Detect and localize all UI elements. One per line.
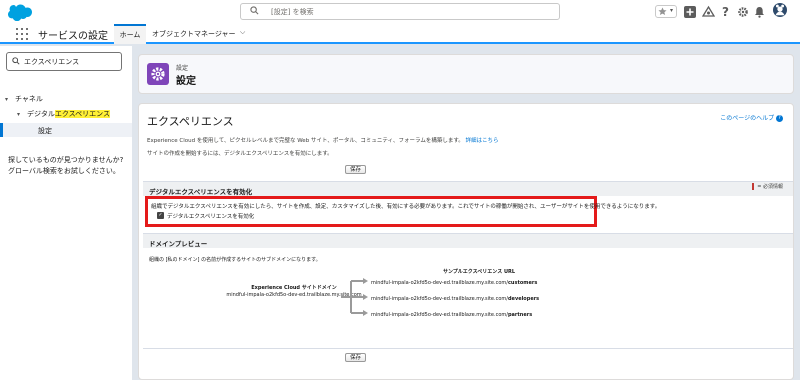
- sample-url-base: mindful-impala-o2kfd5o-dev-ed.trailblaze…: [371, 280, 508, 286]
- search-placeholder: [設定] を検索: [271, 8, 314, 16]
- tree-item-channel[interactable]: ▾ チャネル: [5, 94, 43, 104]
- required-legend: = 必須情報: [752, 183, 783, 190]
- enable-info-text: 組織でデジタルエクスペリエンスを有効にしたら、サイトを作成、設定、カスタマイズし…: [151, 204, 661, 210]
- search-icon: [250, 6, 259, 15]
- tree-item-settings[interactable]: 設定: [0, 123, 132, 137]
- sample-url-path: developers: [507, 296, 540, 302]
- experience-settings-panel: エクスペリエンス このページのヘルプ ? Experience Cloud を使…: [138, 103, 794, 380]
- tree-item-label: チャネル: [15, 95, 43, 103]
- description-line: Experience Cloud を使用して、ピクセルレベルまで完璧な Web …: [147, 136, 499, 144]
- hint-line: 探しているものが見つかりませんか?: [8, 156, 124, 164]
- page-header: 設定 設定: [138, 54, 794, 94]
- tab-home[interactable]: ホーム: [114, 24, 146, 44]
- tab-object-manager[interactable]: オブジェクトマネージャー: [152, 29, 236, 39]
- domain-description: 組織の [私のドメイン] の名前が作成するサイトのサブドメインになります。: [149, 257, 321, 263]
- divider: [143, 348, 793, 349]
- help-link-label: このページのヘルプ: [720, 115, 775, 122]
- save-button[interactable]: 保存: [345, 353, 367, 362]
- sample-url: mindful-impala-o2kfd5o-dev-ed.trailblaze…: [371, 280, 537, 286]
- salesforce-logo[interactable]: [6, 4, 32, 21]
- global-search-input[interactable]: [設定] を検索: [240, 3, 560, 20]
- search-highlight: エクスペリエンス: [54, 110, 111, 118]
- sample-url: mindful-impala-o2kfd5o-dev-ed.trailblaze…: [371, 312, 532, 318]
- required-label: = 必須情報: [757, 184, 783, 190]
- quick-find-value: エクスペリエンス: [24, 58, 80, 66]
- global-search-hint: 探しているものが見つかりませんか? グローバル検索をお試しください。: [8, 155, 123, 177]
- trailhead-icon[interactable]: [702, 5, 715, 19]
- global-header: [設定] を検索 ▾ ?: [0, 0, 800, 24]
- chevron-down-icon: ▾: [17, 111, 21, 118]
- section-header-enable: デジタルエクスペリエンスを有効化: [143, 181, 793, 196]
- svg-text:?: ?: [722, 5, 729, 19]
- branch-arrows-icon: [341, 278, 368, 316]
- chevron-down-icon: ▾: [5, 96, 9, 103]
- description-text: Experience Cloud を使用して、ピクセルレベルまで完璧な Web …: [147, 138, 464, 144]
- sample-url-path: partners: [507, 312, 533, 318]
- enable-digital-experience-checkbox[interactable]: ✓: [157, 212, 164, 219]
- learn-more-link[interactable]: 詳細はこちら: [466, 138, 499, 144]
- save-button[interactable]: 保存: [345, 165, 367, 174]
- description-line: サイトの作成を開始するには、デジタルエクスペリエンスを有効にします。: [147, 151, 333, 157]
- star-icon: [658, 7, 667, 16]
- page-title: 設定: [176, 76, 196, 87]
- bell-icon[interactable]: [754, 5, 765, 19]
- quick-find-input[interactable]: エクスペリエンス: [6, 52, 122, 71]
- hint-line: グローバル検索をお試しください。: [8, 167, 120, 175]
- section-header-label: デジタルエクスペリエンスを有効化: [149, 188, 253, 196]
- breadcrumb: 設定: [176, 65, 189, 72]
- app-name: サービスの設定: [38, 31, 108, 42]
- app-navigation: サービスの設定 ホーム オブジェクトマネージャー ⌵: [0, 24, 800, 44]
- help-icon: ?: [776, 115, 783, 122]
- tree-item-digital-experience[interactable]: ▾ デジタルエクスペリエンス: [17, 109, 111, 119]
- section-title: エクスペリエンス: [147, 115, 234, 128]
- tree-item-label: デジタル: [27, 110, 55, 118]
- settings-gear-icon: [147, 63, 169, 85]
- sample-urls-title: サンプルエクスペリエンス URL: [442, 269, 516, 275]
- favorites-button[interactable]: ▾: [655, 5, 677, 18]
- section-header-label: ドメインプレビュー: [149, 240, 208, 248]
- help-for-page-link[interactable]: このページのヘルプ ?: [720, 113, 783, 122]
- sample-url-base: mindful-impala-o2kfd5o-dev-ed.trailblaze…: [371, 312, 508, 318]
- tree-item-label: 設定: [38, 127, 52, 135]
- section-header-domain: ドメインプレビュー: [143, 233, 793, 248]
- setup-sidebar: エクスペリエンス ▾ チャネル ▾ デジタルエクスペリエンス 設定 探しているものが…: [0, 46, 132, 380]
- sample-url-path: customers: [507, 280, 538, 286]
- sample-url: mindful-impala-o2kfd5o-dev-ed.trailblaze…: [371, 296, 539, 302]
- checkbox-label: デジタルエクスペリエンスを有効化: [167, 214, 255, 220]
- search-icon: [12, 57, 20, 65]
- required-marker: [752, 183, 755, 190]
- chevron-down-icon[interactable]: ⌵: [240, 28, 245, 37]
- app-launcher-icon[interactable]: [16, 28, 28, 40]
- sample-url-base: mindful-impala-o2kfd5o-dev-ed.trailblaze…: [371, 296, 508, 302]
- gear-icon[interactable]: [737, 5, 749, 19]
- global-actions-icon[interactable]: [684, 5, 696, 19]
- avatar[interactable]: [772, 3, 788, 17]
- help-icon[interactable]: ?: [721, 5, 732, 19]
- chevron-down-icon: ▾: [670, 7, 674, 14]
